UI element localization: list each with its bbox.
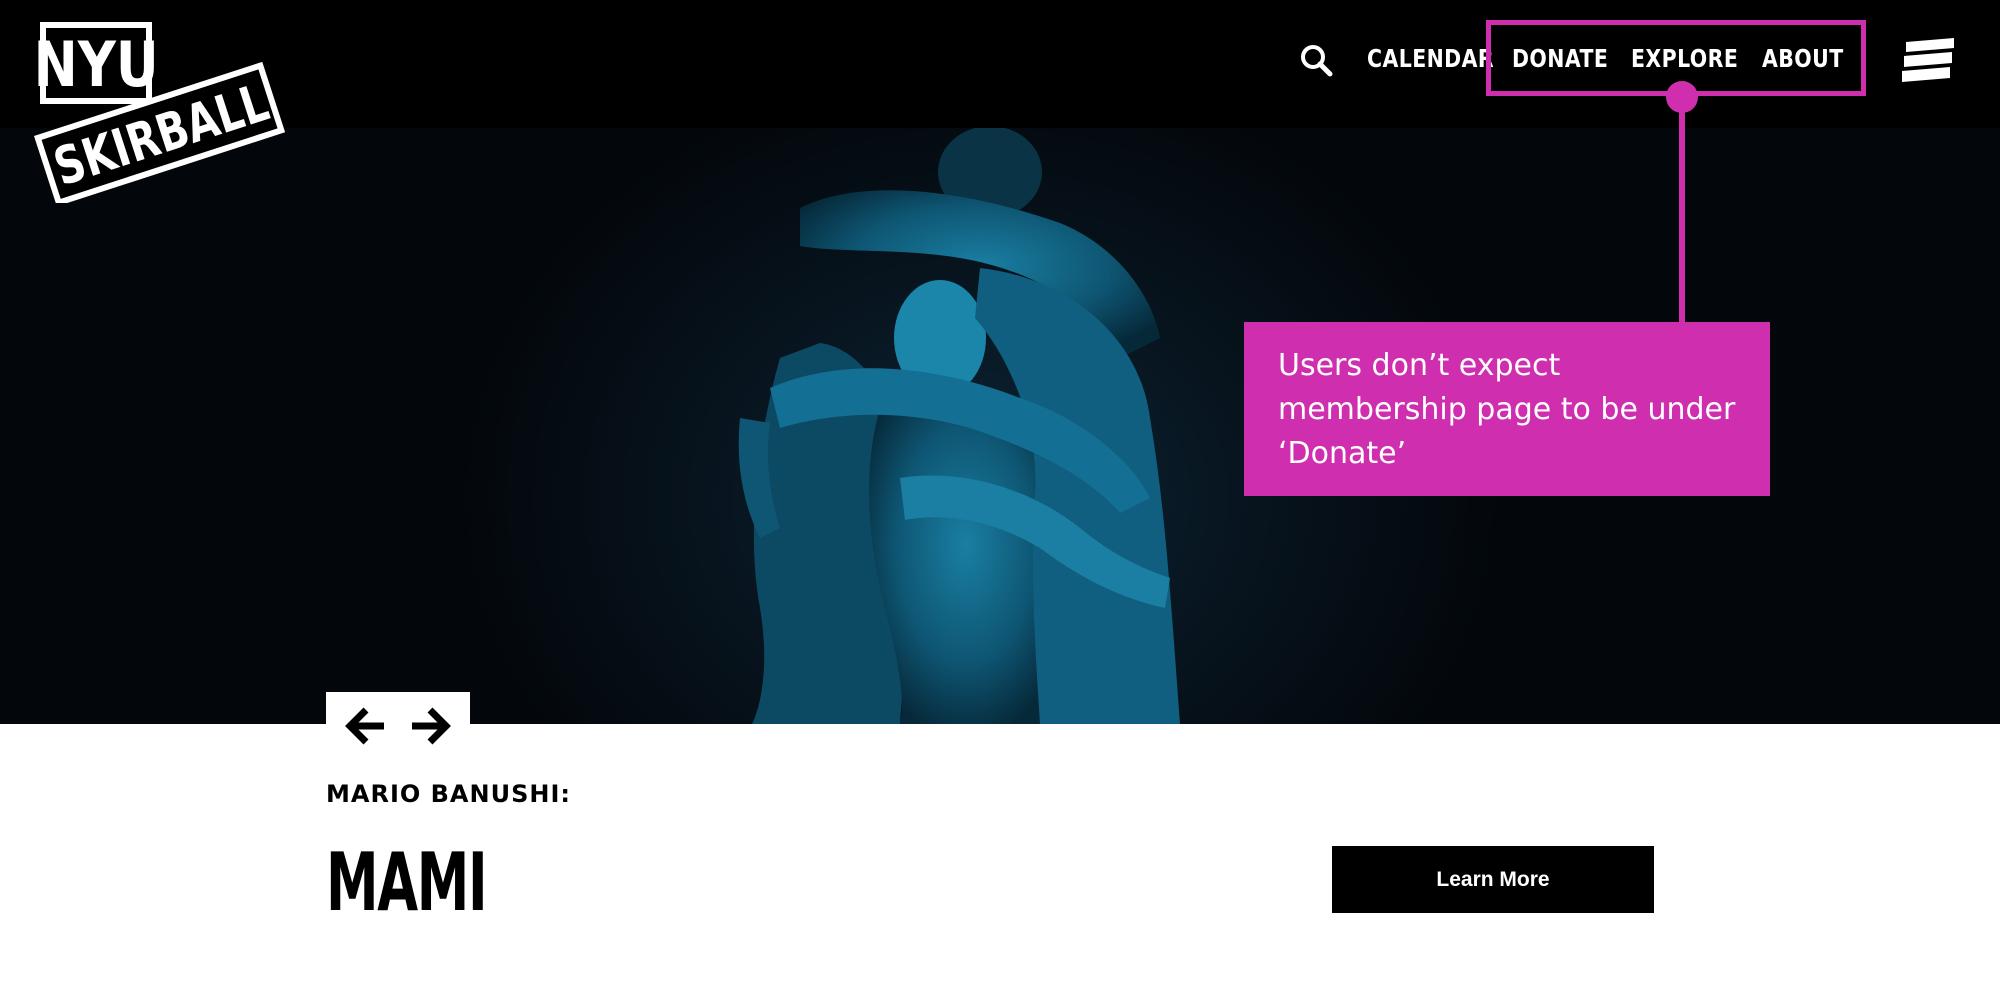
hamburger-menu-icon[interactable] <box>1900 36 1956 82</box>
event-title: MAMI <box>326 836 488 929</box>
annotation-connector-line <box>1679 97 1685 323</box>
svg-text:NYU: NYU <box>34 29 159 101</box>
event-subtitle: MARIO BANUSHI: <box>326 780 571 808</box>
nyu-skirball-logo[interactable]: NYU SKIRBALL <box>30 18 285 203</box>
annotation-connector-dot <box>1666 81 1698 113</box>
logo-graphic: NYU SKIRBALL <box>34 22 285 203</box>
search-icon[interactable] <box>1298 42 1334 78</box>
arrow-left-icon[interactable] <box>344 706 388 746</box>
nav-calendar[interactable]: CALENDAR <box>1367 38 1494 80</box>
carousel-controls <box>326 692 470 762</box>
learn-more-button[interactable]: Learn More <box>1332 846 1654 913</box>
arrow-right-icon[interactable] <box>408 706 452 746</box>
annotation-callout: Users don’t expect membership page to be… <box>1244 322 1770 496</box>
